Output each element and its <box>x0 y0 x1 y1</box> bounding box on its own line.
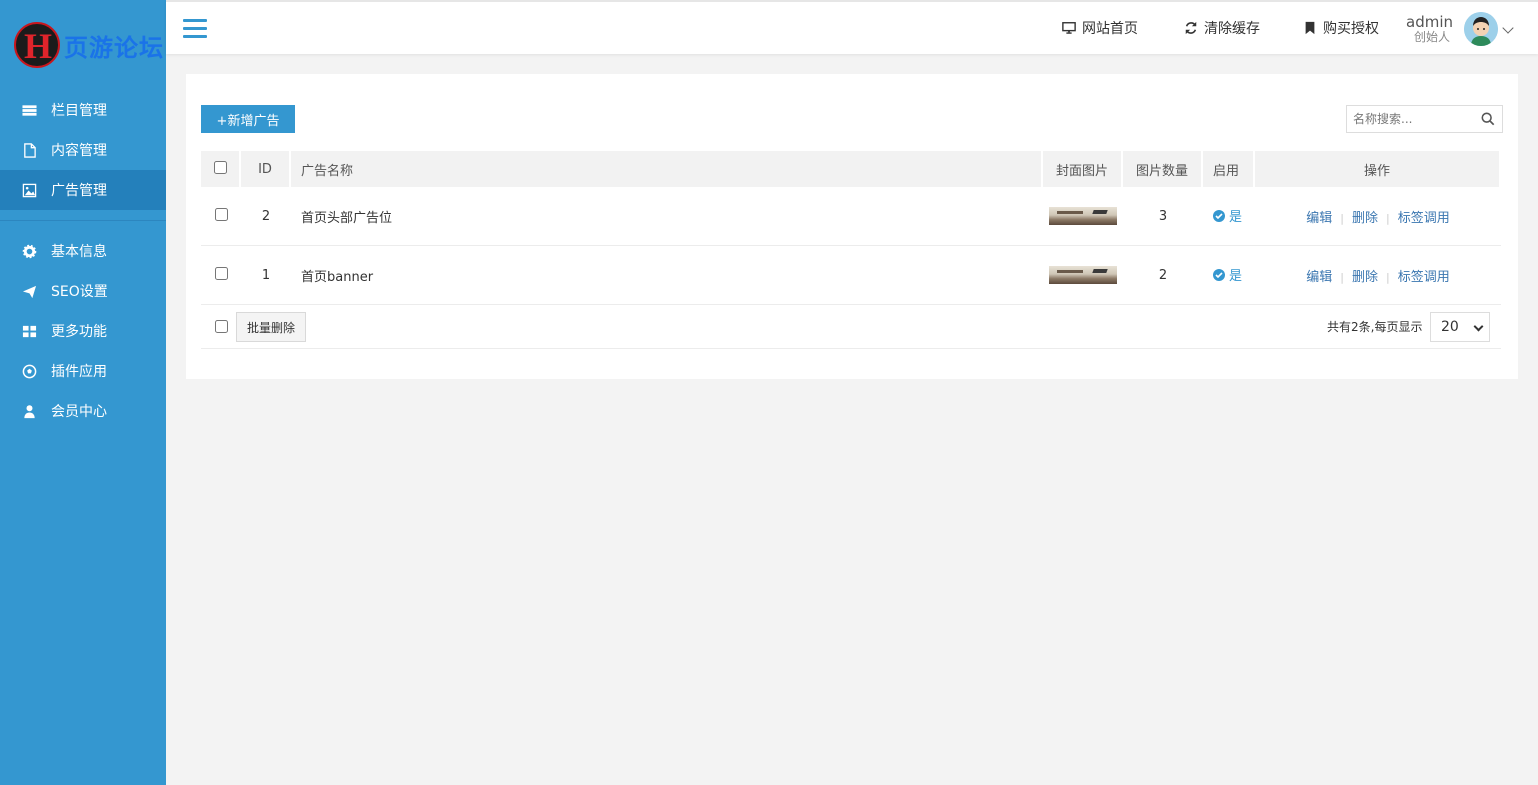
tag-call-link[interactable]: 标签调用 <box>1398 211 1450 226</box>
sidebar-item-label: 内容管理 <box>51 143 107 159</box>
logo-text: 页游论坛 <box>64 34 164 62</box>
row-actions: 编辑 | 删除 | 标签调用 <box>1255 187 1501 246</box>
paper-plane-icon <box>21 283 37 299</box>
footer-select-all-checkbox[interactable] <box>215 320 228 333</box>
row-checkbox[interactable] <box>214 266 228 280</box>
sidebar-divider <box>0 220 166 221</box>
sidebar-item-label: 广告管理 <box>51 183 107 199</box>
logo-mark: H <box>14 22 60 68</box>
header-cover: 封面图片 <box>1043 151 1123 187</box>
user-icon <box>21 403 37 419</box>
table-footer: 批量删除 共有2条,每页显示 20 <box>201 305 1501 349</box>
table-header-row: ID 广告名称 封面图片 图片数量 启用 操作 <box>201 151 1501 187</box>
chevron-down-icon[interactable] <box>1502 22 1514 34</box>
sidebar-item-label: 会员中心 <box>51 404 107 420</box>
cover-thumbnail[interactable] <box>1049 207 1117 225</box>
buy-license-link[interactable]: 购买授权 <box>1303 18 1379 38</box>
sidebar-item-label: 基本信息 <box>51 244 107 260</box>
ad-list-panel: +新增广告 ID 广告名称 封面图片 图片数量 启用 操作 2 首页头部广告位 … <box>186 74 1518 379</box>
website-home-link[interactable]: 网站首页 <box>1062 18 1138 38</box>
row-id: 1 <box>241 246 291 305</box>
row-id: 2 <box>241 187 291 246</box>
sidebar-item-column-management[interactable]: 栏目管理 <box>0 90 166 130</box>
user-info[interactable]: admin 创始人 <box>1406 13 1453 44</box>
file-icon <box>21 142 37 158</box>
sidebar-item-content-management[interactable]: 内容管理 <box>0 130 166 170</box>
cover-thumbnail[interactable] <box>1049 266 1117 284</box>
sidebar: H 页游论坛 栏目管理 内容管理 广告管理 基本信息 SEO设置 更多功能 插件… <box>0 0 166 785</box>
bookmark-icon <box>1305 21 1315 35</box>
user-role: 创始人 <box>1413 30 1450 44</box>
sidebar-item-label: 更多功能 <box>51 324 107 340</box>
delete-link[interactable]: 删除 <box>1352 270 1378 285</box>
pagination-summary: 共有2条,每页显示 <box>1327 320 1423 334</box>
ad-table: ID 广告名称 封面图片 图片数量 启用 操作 2 首页头部广告位 3 是 编辑… <box>201 151 1501 305</box>
sidebar-item-label: 栏目管理 <box>51 103 107 119</box>
add-ad-button[interactable]: +新增广告 <box>201 105 295 133</box>
row-count: 3 <box>1123 187 1203 246</box>
header-enabled: 启用 <box>1203 151 1255 187</box>
page-size-select[interactable]: 20 <box>1430 312 1490 342</box>
batch-delete-button[interactable]: 批量删除 <box>236 312 306 342</box>
tag-call-link[interactable]: 标签调用 <box>1398 270 1450 285</box>
image-icon <box>21 182 37 198</box>
sidebar-item-label: 插件应用 <box>51 364 107 380</box>
edit-link[interactable]: 编辑 <box>1306 211 1332 226</box>
header-count: 图片数量 <box>1123 151 1203 187</box>
top-bar: 网站首页 清除缓存 购买授权 admin 创始人 <box>166 0 1538 54</box>
search-box <box>1346 105 1503 133</box>
avatar-face-icon <box>1464 12 1498 46</box>
chevron-down-icon <box>1473 321 1484 332</box>
enabled-status[interactable]: 是 <box>1213 265 1242 284</box>
sidebar-item-label: SEO设置 <box>51 284 108 300</box>
row-checkbox[interactable] <box>214 207 228 221</box>
search-icon[interactable] <box>1481 112 1495 126</box>
row-count: 2 <box>1123 246 1203 305</box>
select-all-checkbox[interactable] <box>213 160 227 174</box>
header-actions: 操作 <box>1255 151 1501 187</box>
enabled-status[interactable]: 是 <box>1213 206 1242 225</box>
user-name: admin <box>1406 13 1453 31</box>
sidebar-item-more-features[interactable]: 更多功能 <box>0 311 166 351</box>
delete-link[interactable]: 删除 <box>1352 211 1378 226</box>
list-icon <box>21 102 37 118</box>
select-all-cell <box>201 151 241 187</box>
grid-icon <box>21 323 37 339</box>
soccer-ball-icon <box>21 363 37 379</box>
clear-cache-link[interactable]: 清除缓存 <box>1184 18 1260 38</box>
sidebar-item-seo-settings[interactable]: SEO设置 <box>0 271 166 311</box>
sidebar-item-member-center[interactable]: 会员中心 <box>0 391 166 431</box>
table-row: 2 首页头部广告位 3 是 编辑 | 删除 | 标签调用 <box>201 187 1501 246</box>
header-name: 广告名称 <box>291 151 1043 187</box>
check-circle-icon <box>1213 209 1225 222</box>
sidebar-item-plugins[interactable]: 插件应用 <box>0 351 166 391</box>
menu-toggle-icon[interactable] <box>183 19 207 39</box>
logo[interactable]: H 页游论坛 <box>0 0 166 90</box>
gear-icon <box>21 243 37 259</box>
check-circle-icon <box>1213 268 1225 281</box>
row-name: 首页banner <box>291 246 1043 305</box>
monitor-icon <box>1062 22 1076 34</box>
search-input[interactable] <box>1347 106 1472 132</box>
header-id: ID <box>241 151 291 187</box>
sidebar-item-basic-info[interactable]: 基本信息 <box>0 231 166 271</box>
table-row: 1 首页banner 2 是 编辑 | 删除 | 标签调用 <box>201 246 1501 305</box>
row-name: 首页头部广告位 <box>291 187 1043 246</box>
edit-link[interactable]: 编辑 <box>1306 270 1332 285</box>
row-actions: 编辑 | 删除 | 标签调用 <box>1255 246 1501 305</box>
avatar[interactable] <box>1464 12 1498 46</box>
sidebar-item-ad-management[interactable]: 广告管理 <box>0 170 166 210</box>
refresh-icon <box>1185 21 1197 35</box>
